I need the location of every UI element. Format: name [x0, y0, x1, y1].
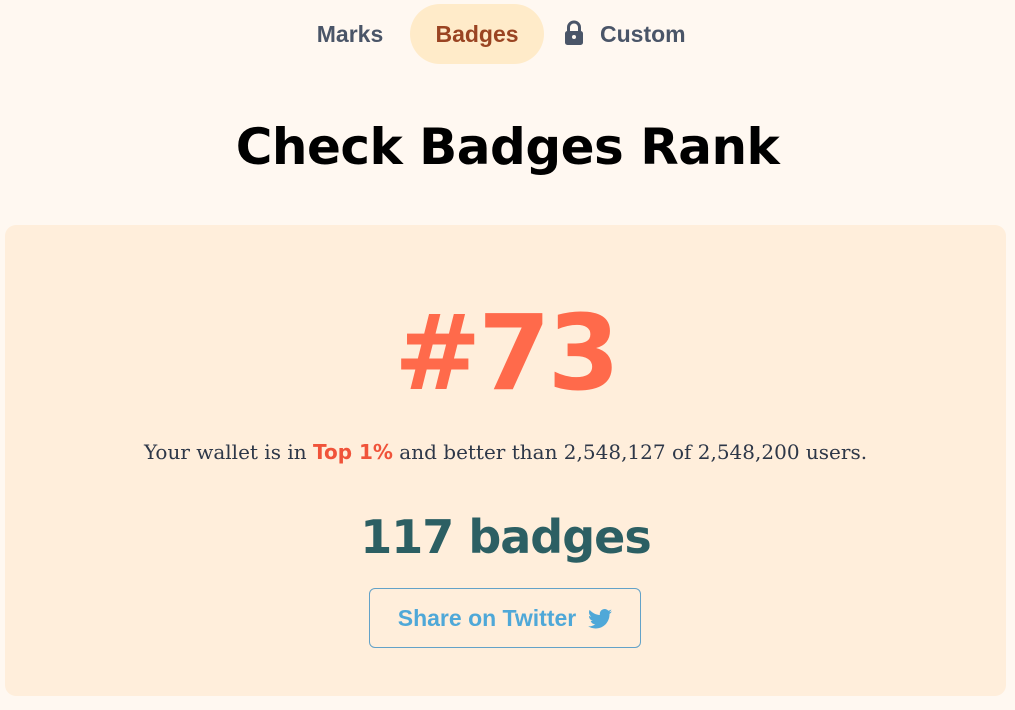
rank-number: #73	[394, 292, 620, 414]
tab-marks-label: Marks	[316, 20, 384, 47]
share-button-label: Share on Twitter	[397, 604, 577, 631]
share-on-twitter-button[interactable]: Share on Twitter	[369, 588, 641, 648]
rank-summary-prefix: Your wallet is in	[143, 440, 313, 464]
tab-custom-label: Custom	[600, 20, 686, 47]
badge-count: 117 badges	[360, 510, 651, 564]
twitter-icon	[588, 608, 613, 629]
tab-bar: Marks Badges Custom	[0, 4, 1015, 64]
rank-summary: Your wallet is in Top 1% and better than…	[5, 437, 1006, 467]
tab-badges[interactable]: Badges	[410, 4, 544, 64]
tab-marks[interactable]: Marks	[300, 4, 400, 64]
tab-custom[interactable]: Custom	[562, 4, 702, 64]
top-percent-highlight: Top 1%	[312, 440, 393, 464]
page-title: Check Badges Rank	[235, 118, 780, 176]
rank-card: #73 Your wallet is in Top 1% and better …	[5, 225, 1006, 696]
lock-icon	[562, 19, 586, 47]
rank-summary-suffix: and better than 2,548,127 of 2,548,200 u…	[392, 440, 868, 464]
tab-badges-label: Badges	[435, 20, 519, 47]
